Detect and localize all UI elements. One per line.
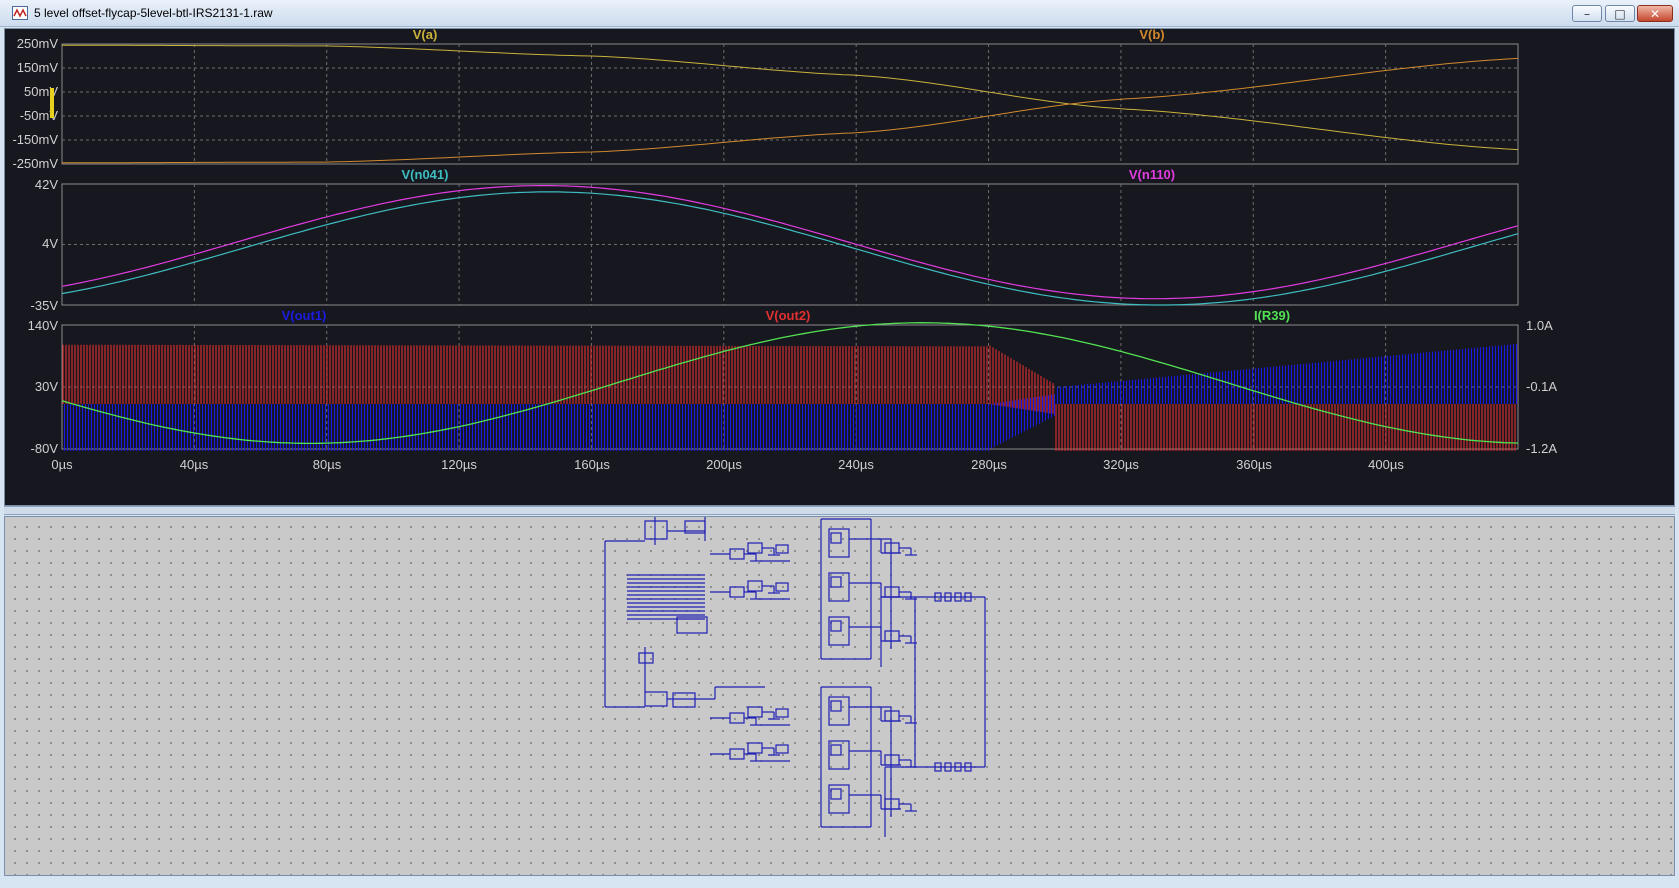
waveform-plot[interactable]: V(a) V(b) V(n041) V(n110) V(out1) V(out2… <box>5 29 1674 505</box>
maximize-button[interactable]: □ <box>1605 5 1635 22</box>
traces <box>61 44 1519 451</box>
schematic-component <box>747 580 763 592</box>
schematic-transistor <box>884 754 900 766</box>
schematic-component <box>644 691 668 707</box>
trace-label-vn041[interactable]: V(n041) <box>402 167 449 182</box>
schematic-component <box>747 706 763 718</box>
schematic-component <box>830 788 842 800</box>
ytick-bot-2: -80V <box>31 441 59 456</box>
trace-label-vb[interactable]: V(b) <box>1139 29 1164 42</box>
window-titlebar[interactable]: 5 level offset-flycap-5level-btl-IRS2131… <box>0 0 1679 27</box>
schematic-component <box>729 712 745 724</box>
xtick-9: 360µs <box>1236 457 1272 472</box>
ytick-mid-2: -35V <box>31 298 59 313</box>
cursor-marker[interactable] <box>50 88 54 118</box>
waveform-app-icon <box>12 6 28 20</box>
schematic-component <box>747 542 763 554</box>
trace-label-va[interactable]: V(a) <box>413 29 438 42</box>
ytick-mid-0: 42V <box>35 177 58 192</box>
xtick-10: 400µs <box>1368 457 1404 472</box>
xtick-8: 320µs <box>1103 457 1139 472</box>
xtick-4: 160µs <box>574 457 610 472</box>
trace-label-vn110[interactable]: V(n110) <box>1129 167 1175 182</box>
xtick-1: 40µs <box>180 457 209 472</box>
plot-pane-top[interactable] <box>61 43 1519 165</box>
y2tick-bot-2: -1.2A <box>1526 441 1557 456</box>
schematic-component <box>747 742 763 754</box>
xtick-0: 0µs <box>51 457 73 472</box>
pane-splitter[interactable] <box>4 506 1675 515</box>
schematic-component <box>830 620 842 632</box>
trace-label-vout1[interactable]: V(out1) <box>282 308 327 323</box>
schematic-component <box>729 586 745 598</box>
xtick-6: 240µs <box>838 457 874 472</box>
schematic-component <box>830 700 842 712</box>
trace-va <box>62 44 1519 151</box>
xtick-7: 280µs <box>971 457 1007 472</box>
trace-vn110 <box>61 185 1519 300</box>
xtick-2: 80µs <box>313 457 342 472</box>
trace-label-vout2[interactable]: V(out2) <box>766 308 811 323</box>
schematic-component <box>775 582 789 592</box>
trace-vb <box>62 57 1519 164</box>
xtick-5: 200µs <box>706 457 742 472</box>
xtick-3: 120µs <box>441 457 477 472</box>
schematic-transistor <box>884 542 900 554</box>
schematic-component <box>644 520 668 540</box>
ytick-top-0: 250mV <box>17 36 59 51</box>
schematic-component <box>638 652 654 664</box>
schematic-editor[interactable] <box>4 516 1675 876</box>
ytick-bot-0: 140V <box>28 318 59 333</box>
schematic-transistor <box>884 710 900 722</box>
schematic-circuit[interactable] <box>604 517 986 837</box>
y2tick-bot-0: 1.0A <box>1526 318 1553 333</box>
schematic-component <box>729 748 745 760</box>
ytick-mid-1: 4V <box>42 236 58 251</box>
schematic-component <box>775 544 789 554</box>
schematic-component <box>729 548 745 560</box>
schematic-transistor <box>884 630 900 642</box>
close-button[interactable]: ✕ <box>1637 5 1673 22</box>
minimize-button[interactable]: – <box>1572 5 1602 22</box>
schematic-transistor <box>884 798 900 810</box>
schematic-component <box>830 532 842 544</box>
status-strip <box>0 878 1679 888</box>
schematic-transistor <box>884 586 900 598</box>
ytick-top-5: -250mV <box>12 156 58 171</box>
schematic-canvas[interactable] <box>5 517 1674 875</box>
schematic-component <box>775 744 789 754</box>
window-title: 5 level offset-flycap-5level-btl-IRS2131… <box>34 6 273 20</box>
trace-label-ir39[interactable]: I(R39) <box>1254 308 1290 323</box>
schematic-component <box>672 692 696 708</box>
y2tick-bot-1: -0.1A <box>1526 379 1557 394</box>
schematic-component <box>830 576 842 588</box>
schematic-component <box>775 708 789 718</box>
waveform-viewer[interactable]: V(a) V(b) V(n041) V(n110) V(out1) V(out2… <box>4 28 1675 506</box>
ytick-top-4: -150mV <box>12 132 58 147</box>
ytick-bot-1: 30V <box>35 379 58 394</box>
ytick-top-1: 150mV <box>17 60 59 75</box>
schematic-component <box>830 744 842 756</box>
trace-vn041 <box>61 191 1519 306</box>
grid-lines <box>62 44 1518 449</box>
